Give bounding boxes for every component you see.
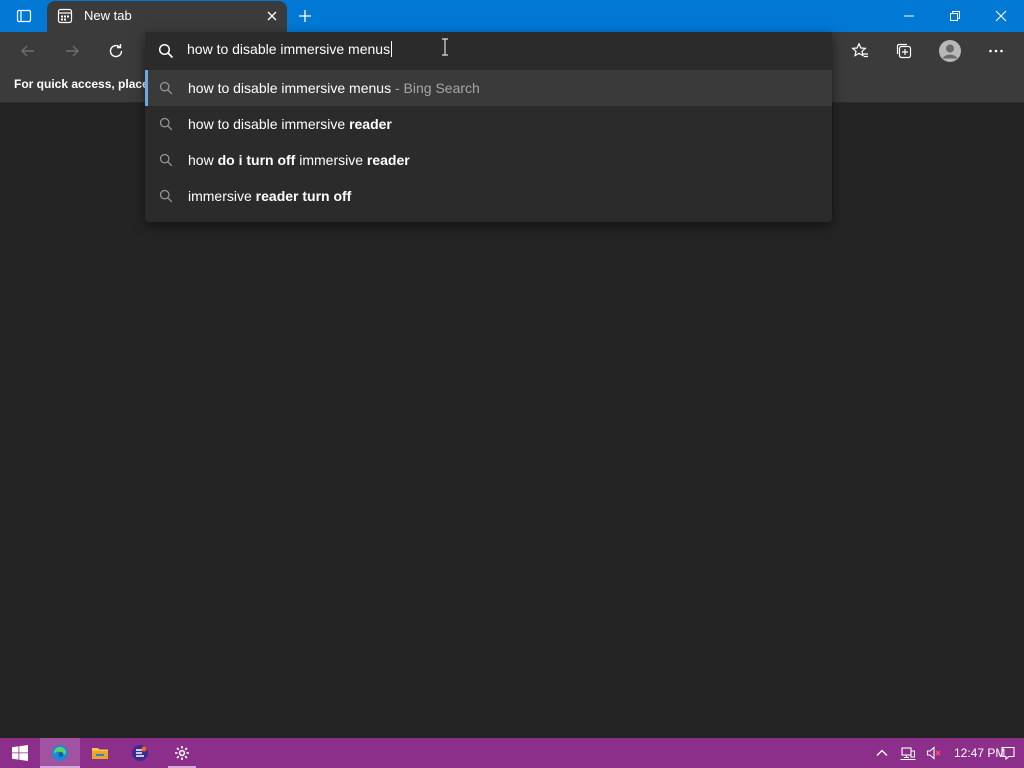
title-bar: New tab xyxy=(0,0,1024,32)
close-window-button[interactable] xyxy=(978,0,1024,32)
clock[interactable]: 12:47 PM xyxy=(954,746,1005,760)
taskbar: 12:47 PM xyxy=(0,738,1024,768)
tab-actions-button[interactable] xyxy=(8,4,40,28)
tab-actions-icon xyxy=(16,9,32,23)
refresh-icon xyxy=(109,44,123,58)
address-input[interactable]: how to disable immersive menus xyxy=(187,41,393,61)
profile-icon xyxy=(939,40,961,62)
suggestion-source: - Bing Search xyxy=(391,80,480,96)
restore-button[interactable] xyxy=(932,0,978,32)
suggestion-text: how do i turn off immersive reader xyxy=(188,152,410,168)
new-tab-page-icon xyxy=(57,8,73,24)
search-icon xyxy=(159,153,173,167)
back-button[interactable] xyxy=(14,37,42,65)
text-cursor-icon xyxy=(442,38,448,56)
start-icon xyxy=(12,745,28,761)
close-tab-icon[interactable] xyxy=(265,9,279,23)
suggestion-text: how to disable immersive reader xyxy=(188,116,392,132)
search-icon xyxy=(158,43,174,59)
start-button[interactable] xyxy=(0,738,40,768)
volume-muted-icon[interactable] xyxy=(926,745,942,761)
suggestion-item[interactable]: how to disable immersive menus - Bing Se… xyxy=(145,70,832,106)
favorites-button[interactable] xyxy=(846,37,874,65)
profile-button[interactable] xyxy=(936,37,964,65)
text-caret xyxy=(391,41,393,57)
minimize-icon xyxy=(904,15,914,17)
file-explorer-icon xyxy=(92,748,108,759)
taskbar-edge[interactable] xyxy=(40,738,80,768)
forward-icon xyxy=(66,45,79,57)
close-icon xyxy=(995,10,1007,22)
tab-new-tab[interactable]: New tab xyxy=(47,1,287,32)
address-bar-dropdown: how to disable immersive menus how to di… xyxy=(145,32,832,222)
settings-and-more-button[interactable] xyxy=(982,37,1010,65)
more-icon xyxy=(989,49,1003,53)
plus-icon xyxy=(299,10,311,22)
minimize-button[interactable] xyxy=(886,0,932,32)
tab-title: New tab xyxy=(84,8,132,23)
suggestion-item[interactable]: how to disable immersive reader xyxy=(145,106,832,142)
collections-icon xyxy=(896,43,912,59)
suggestion-text: how to disable immersive menus - Bing Se… xyxy=(188,80,480,96)
collections-button[interactable] xyxy=(890,37,918,65)
back-icon xyxy=(21,45,34,57)
app-icon xyxy=(132,745,148,761)
suggestion-text: immersive reader turn off xyxy=(188,188,352,204)
notification-icon[interactable] xyxy=(1000,745,1016,761)
search-icon xyxy=(159,189,173,203)
taskbar-app[interactable] xyxy=(120,738,160,768)
taskbar-settings[interactable] xyxy=(162,738,202,768)
settings-icon xyxy=(175,746,189,760)
new-tab-button[interactable] xyxy=(294,5,316,27)
chevron-up-icon[interactable] xyxy=(874,745,890,761)
refresh-button[interactable] xyxy=(102,37,130,65)
favorites-bar-message: For quick access, place y xyxy=(14,77,159,91)
suggestion-item[interactable]: how do i turn off immersive reader xyxy=(145,142,832,178)
edge-icon xyxy=(52,745,68,761)
restore-icon xyxy=(950,11,960,21)
forward-button[interactable] xyxy=(58,37,86,65)
address-bar[interactable]: how to disable immersive menus xyxy=(145,32,832,70)
search-icon xyxy=(159,117,173,131)
taskbar-file-explorer[interactable] xyxy=(80,738,120,768)
suggestion-item[interactable]: immersive reader turn off xyxy=(145,178,832,214)
search-icon xyxy=(159,81,173,95)
favorites-icon xyxy=(851,42,868,58)
network-icon[interactable] xyxy=(900,745,916,761)
